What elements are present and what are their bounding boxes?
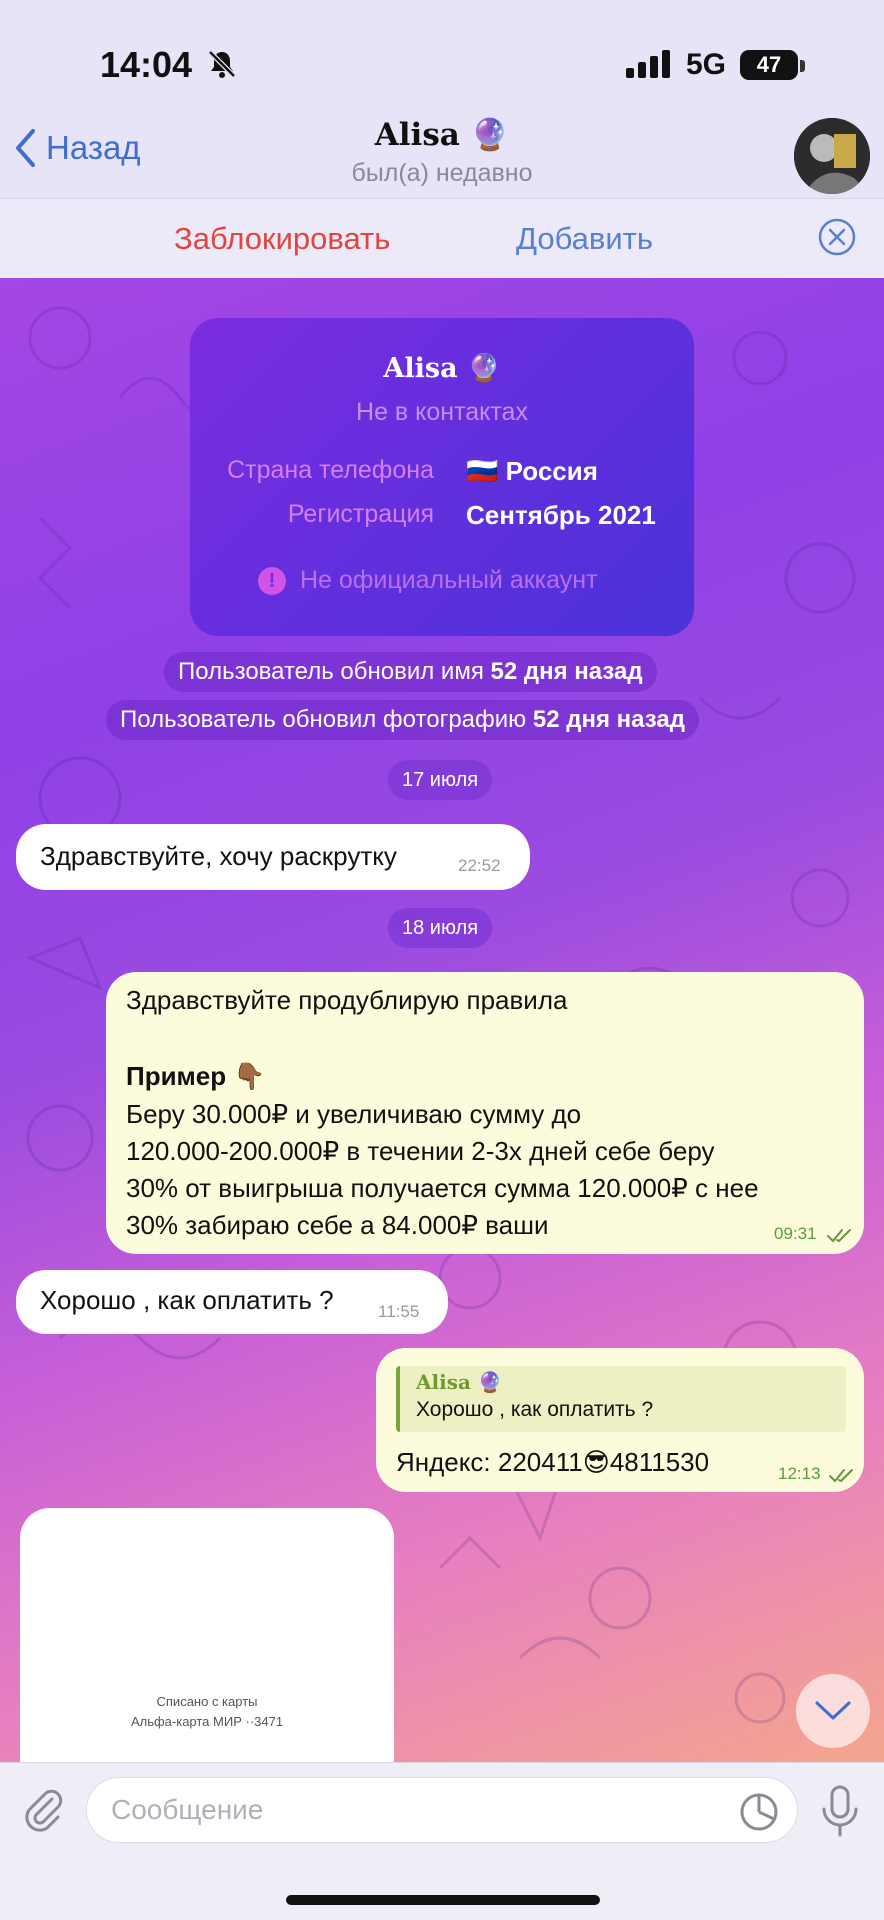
- contact-name: Alisa 🔮: [374, 117, 510, 153]
- message-text: Здравствуйте продублирую правила: [126, 985, 568, 1015]
- close-icon[interactable]: [818, 218, 856, 261]
- receipt-line: Списано с карты: [156, 1694, 258, 1709]
- battery-icon: 47: [740, 50, 798, 80]
- message-time: 22:52: [458, 856, 501, 875]
- top-bar: 14:04 5G 47 Назад Alisa 🔮 был(а) недавно…: [0, 0, 884, 278]
- info-card-name: Alisa 🔮: [383, 353, 501, 384]
- message-input[interactable]: [111, 1778, 731, 1842]
- action-bar: Заблокировать Добавить: [0, 198, 884, 278]
- registration-value: Сентябрь 2021: [466, 500, 656, 530]
- unofficial-warning[interactable]: ! Не официальный аккаунт: [258, 566, 598, 595]
- message-time: 11:55: [378, 1302, 420, 1321]
- outgoing-reply-message[interactable]: Alisa 🔮 Хорошо , как оплатить ? Яндекс: …: [376, 1348, 864, 1492]
- add-contact-button[interactable]: Добавить: [516, 221, 653, 257]
- message-text: Здравствуйте, хочу раскрутку: [40, 841, 397, 871]
- signal-icon: [626, 50, 678, 85]
- message-time: 09:31: [774, 1224, 817, 1243]
- nav-row: Назад Alisa 🔮 был(а) недавно: [0, 110, 884, 194]
- message-time: 12:13: [778, 1464, 821, 1483]
- message-text: Яндекс: 220411😎4811530: [396, 1447, 710, 1477]
- chevron-down-icon: [815, 1701, 851, 1720]
- double-check-icon: [826, 1220, 852, 1251]
- double-check-icon: [828, 1460, 854, 1491]
- status-time: 14:04: [100, 44, 193, 85]
- reply-author: Alisa 🔮: [416, 1370, 503, 1394]
- registration-label: Регистрация: [287, 500, 434, 528]
- contact-status: был(а) недавно: [351, 159, 533, 187]
- phone-country-label: Страна телефона: [227, 456, 434, 484]
- sticker-icon[interactable]: [739, 1792, 779, 1837]
- receipt-line: Альфа-карта МИР ··3471: [130, 1714, 284, 1729]
- outgoing-message[interactable]: Здравствуйте продублирую правила Пример …: [106, 972, 864, 1254]
- message-body: Беру 30.000₽ и увеличиваю сумму до 120.0…: [126, 1099, 759, 1240]
- block-button[interactable]: Заблокировать: [174, 221, 390, 257]
- network-label: 5G: [686, 48, 727, 81]
- message-bold-line: Пример 👇🏾: [126, 1061, 266, 1091]
- attach-icon[interactable]: [20, 1787, 66, 1838]
- message-text: Хорошо , как оплатить ?: [40, 1285, 334, 1315]
- phone-country-value: 🇷🇺 Россия: [466, 456, 598, 486]
- service-message: Пользователь обновил фотографию 52 дня н…: [106, 700, 699, 740]
- avatar[interactable]: [794, 118, 870, 194]
- home-indicator: [286, 1895, 600, 1905]
- reply-quote[interactable]: Alisa 🔮 Хорошо , как оплатить ?: [396, 1366, 846, 1432]
- microphone-icon[interactable]: [820, 1785, 860, 1842]
- warning-text: Не официальный аккаунт: [300, 566, 598, 594]
- date-separator: 17 июля: [388, 760, 493, 800]
- receipt-image-message[interactable]: Списано с карты Альфа-карта МИР ··3471: [20, 1508, 394, 1762]
- date-separator: 18 июля: [388, 908, 493, 948]
- chat-title[interactable]: Alisa 🔮 был(а) недавно: [0, 116, 884, 188]
- scroll-down-button[interactable]: [796, 1674, 870, 1748]
- bell-muted-icon: [206, 48, 238, 80]
- info-card-subtitle: Не в контактах: [356, 398, 528, 426]
- contact-info-card: Alisa 🔮 Не в контактах Страна телефона 🇷…: [190, 318, 694, 636]
- battery-cap: [800, 60, 805, 72]
- warning-icon: !: [258, 566, 286, 595]
- incoming-message[interactable]: Хорошо , как оплатить ? 11:55: [16, 1270, 448, 1334]
- composer-bar: [0, 1762, 884, 1920]
- incoming-message[interactable]: Здравствуйте, хочу раскрутку 22:52: [16, 824, 530, 890]
- reply-text: Хорошо , как оплатить ?: [416, 1398, 654, 1421]
- message-field[interactable]: [86, 1777, 798, 1843]
- service-message: Пользователь обновил имя 52 дня назад: [164, 652, 657, 692]
- status-bar: 14:04 5G 47: [0, 40, 884, 92]
